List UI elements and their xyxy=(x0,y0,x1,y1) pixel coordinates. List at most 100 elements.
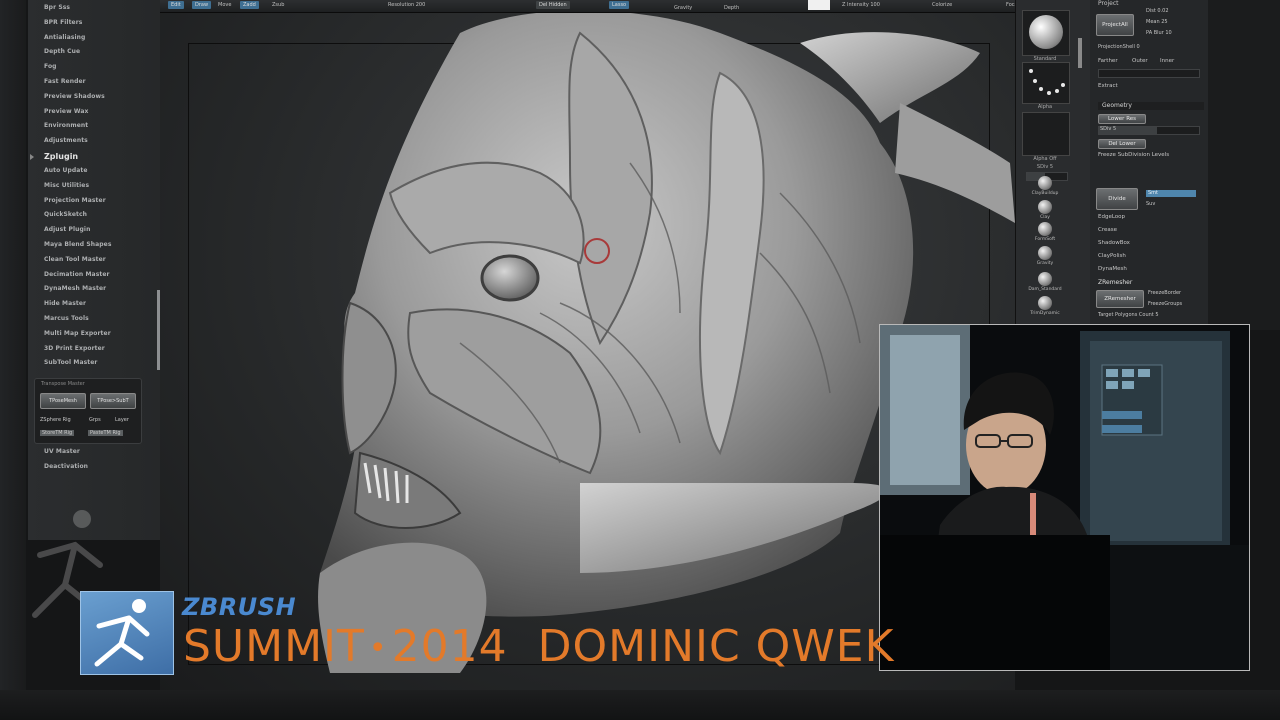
render-menu-item[interactable]: Fast Render xyxy=(28,75,160,90)
z-intensity-slider[interactable]: Z Intensity 100 xyxy=(842,1,880,9)
tpose-subt-button[interactable]: TPose>SubT xyxy=(90,393,136,409)
brush-sphere-icon[interactable] xyxy=(1038,222,1052,236)
freeze-groups-toggle[interactable]: FreezeGroups xyxy=(1148,301,1182,307)
zplugin-item[interactable]: Marcus Tools xyxy=(28,312,160,327)
render-menu-item[interactable]: Environment xyxy=(28,119,160,134)
inner-button[interactable]: Inner xyxy=(1160,58,1174,64)
brush-shelf: Standard Alpha Alpha Off SDiv 5 ClayBuil… xyxy=(1015,0,1091,330)
tool-palette: Project ProjectAll Dist 0.02 Mean 25 PA … xyxy=(1090,0,1208,330)
shelf-scrollbar[interactable] xyxy=(1078,38,1082,68)
freeze-subdivision-button[interactable]: Freeze SubDivision Levels xyxy=(1098,152,1169,158)
storetm-rig-button[interactable]: StoreTM Rig xyxy=(40,430,75,436)
del-lower-button[interactable]: Del Lower xyxy=(1098,139,1146,149)
tposemesh-button[interactable]: TPoseMesh xyxy=(40,393,86,409)
zplugin-item[interactable]: Auto Update xyxy=(28,164,160,179)
freeze-border-toggle[interactable]: FreezeBorder xyxy=(1148,290,1181,296)
smt-toggle[interactable]: Smt xyxy=(1146,190,1196,197)
alpha-tile[interactable] xyxy=(1022,112,1070,156)
project-all-button[interactable]: ProjectAll xyxy=(1096,14,1134,36)
stroke-dots-tile[interactable] xyxy=(1022,62,1070,104)
zbrush-wordmark: ZBRUSH xyxy=(182,593,297,621)
brush-sphere-icon[interactable] xyxy=(1038,296,1052,310)
dist-slider[interactable]: Dist 0.02 xyxy=(1146,8,1169,14)
color-swatch[interactable] xyxy=(808,0,830,10)
extract-button[interactable]: Extract xyxy=(1098,83,1118,89)
thickness-slider[interactable] xyxy=(1098,69,1200,78)
resolution-slider[interactable]: Resolution 200 xyxy=(388,1,425,9)
move-button[interactable]: Move xyxy=(218,1,231,9)
presenter-webcam xyxy=(879,324,1250,671)
zplugin-item[interactable]: Multi Map Exporter xyxy=(28,327,160,342)
brush-sphere-icon[interactable] xyxy=(1038,272,1052,286)
top-toolbar: Edit Draw Move Zadd Zsub Resolution 200 … xyxy=(160,0,1020,13)
geometry-item[interactable]: ShadowBox xyxy=(1098,240,1130,246)
zadd-button[interactable]: Zadd xyxy=(240,1,259,9)
suv-toggle[interactable]: Suv xyxy=(1146,201,1155,207)
brush-label: FormSoft xyxy=(1034,237,1056,242)
geometry-item[interactable]: ClayPolish xyxy=(1098,253,1126,259)
transpose-title: Transpose Master xyxy=(41,381,85,387)
standard-brush-tile[interactable] xyxy=(1022,10,1070,56)
gravity-slider[interactable]: Gravity xyxy=(674,4,692,12)
zplugin-item[interactable]: SubTool Master xyxy=(28,356,160,371)
render-menu-item[interactable]: Adjustments xyxy=(28,134,160,149)
grps-toggle[interactable]: Grps xyxy=(89,417,101,423)
geometry-item[interactable]: Crease xyxy=(1098,227,1117,233)
zplugin-header[interactable]: Zplugin xyxy=(28,149,160,164)
farther-button[interactable]: Farther xyxy=(1098,58,1118,64)
zremesher-button[interactable]: ZRemesher xyxy=(1096,290,1144,308)
colorize-toggle[interactable]: Colorize xyxy=(932,1,952,9)
deactivation-item[interactable]: Deactivation xyxy=(28,460,160,475)
zplugin-item[interactable]: Hide Master xyxy=(28,297,160,312)
render-menu-item[interactable]: Antialiasing xyxy=(28,31,160,46)
divide-button[interactable]: Divide xyxy=(1096,188,1138,210)
zplugin-item[interactable]: QuickSketch xyxy=(28,208,160,223)
render-menu-item[interactable]: BPR Filters xyxy=(28,16,160,31)
zplugin-item[interactable]: Adjust Plugin xyxy=(28,223,160,238)
zplugin-item[interactable]: Misc Utilities xyxy=(28,179,160,194)
del-hidden-button[interactable]: Del Hidden xyxy=(536,1,570,9)
projection-shell-slider[interactable]: ProjectionShell 0 xyxy=(1098,44,1140,50)
zplugin-item[interactable]: Maya Blend Shapes xyxy=(28,238,160,253)
geometry-item[interactable]: DynaMesh xyxy=(1098,266,1127,272)
alpha-off-label: Alpha Off xyxy=(1033,156,1057,162)
geometry-header[interactable]: Geometry xyxy=(1098,102,1204,110)
zplugin-item[interactable]: Decimation Master xyxy=(28,268,160,283)
lower-res-button[interactable]: Lower Res xyxy=(1098,114,1146,124)
alpha-label: Alpha xyxy=(1037,104,1053,110)
geometry-item[interactable]: EdgeLoop xyxy=(1098,214,1125,220)
outer-button[interactable]: Outer xyxy=(1132,58,1148,64)
zplugin-item[interactable]: Projection Master xyxy=(28,194,160,209)
render-menu-item[interactable]: Bpr Sss xyxy=(28,1,160,16)
brush-sphere-icon[interactable] xyxy=(1038,200,1052,214)
project-header[interactable]: Project xyxy=(1098,0,1119,7)
render-menu-item[interactable]: Fog xyxy=(28,60,160,75)
brush-label: Dam_Standard xyxy=(1028,287,1062,292)
brush-sphere-icon[interactable] xyxy=(1038,176,1052,190)
zsphere-rig-toggle[interactable]: ZSphere Rig xyxy=(40,417,71,423)
zplugin-item[interactable]: DynaMesh Master xyxy=(28,282,160,297)
shelf-sdiv-label: SDiv 5 xyxy=(1036,164,1054,170)
pa-blur-slider[interactable]: PA Blur 10 xyxy=(1146,30,1172,36)
summit-title: SUMMIT •2014 DOMINIC QWEK xyxy=(183,619,894,677)
uv-master-item[interactable]: UV Master xyxy=(28,445,160,460)
zplugin-item[interactable]: 3D Print Exporter xyxy=(28,342,160,357)
render-menu-item[interactable]: Preview Shadows xyxy=(28,90,160,105)
mean-slider[interactable]: Mean 25 xyxy=(1146,19,1168,25)
pastetm-rig-button[interactable]: PasteTM Rig xyxy=(88,430,123,436)
brush-cursor xyxy=(584,238,610,264)
zsub-button[interactable]: Zsub xyxy=(272,1,284,9)
edit-button[interactable]: Edit xyxy=(168,1,184,9)
zplugin-item[interactable]: Clean Tool Master xyxy=(28,253,160,268)
brush-sphere-icon[interactable] xyxy=(1038,246,1052,260)
render-menu-item[interactable]: Preview Wax xyxy=(28,105,160,120)
brush-label: Gravity xyxy=(1036,261,1054,266)
layer-toggle[interactable]: Layer xyxy=(115,417,129,423)
sdiv-label: SDiv 5 xyxy=(1100,126,1117,132)
draw-button[interactable]: Draw xyxy=(192,1,212,9)
lasso-button[interactable]: Lasso xyxy=(609,1,630,9)
target-polygons-slider[interactable]: Target Polygons Count 5 xyxy=(1098,312,1159,318)
depth-slider[interactable]: Depth xyxy=(724,4,739,12)
render-menu-item[interactable]: Depth Cue xyxy=(28,45,160,60)
zremesher-header[interactable]: ZRemesher xyxy=(1098,279,1132,286)
